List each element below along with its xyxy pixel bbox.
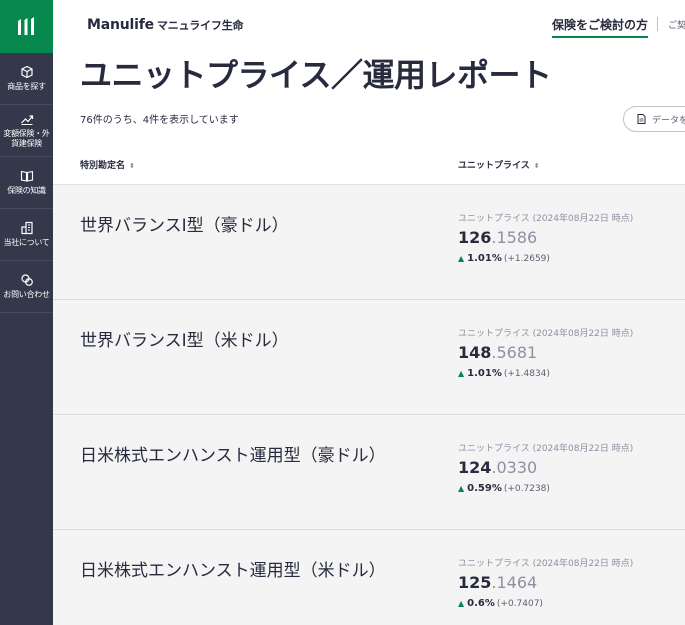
sidebar-item-knowledge[interactable]: 保険の知識 <box>0 157 53 209</box>
price-decimal: .1586 <box>491 228 538 247</box>
up-triangle-icon: ▲ <box>458 254 465 263</box>
sidebar-item-label: 当社について <box>3 238 50 247</box>
top-header: Manulife マニュライフ生命 保険をご検討の方 ご契 <box>53 0 685 44</box>
sidebar-item-label: 保険の知識 <box>7 186 46 195</box>
table-row: 世界バランスⅠ型（豪ドル） ユニットプライス (2024年08月22日 時点) … <box>53 185 685 300</box>
manulife-logo-icon <box>17 16 34 35</box>
fund-name-link[interactable]: 日米株式エンハンスト運用型（豪ドル） <box>80 441 386 466</box>
change-percent: 0.6% <box>467 598 495 609</box>
price-decimal: .5681 <box>491 343 538 362</box>
column-header-label: ユニットプライス <box>458 161 530 171</box>
change-absolute: (+0.7238) <box>503 484 550 494</box>
sidebar-item-label: お問い合わせ <box>3 290 50 299</box>
sidebar-item-contact[interactable]: お問い合わせ <box>0 261 53 313</box>
brand-name: Manulife <box>87 17 154 33</box>
document-icon <box>637 114 646 124</box>
price-change: ▲ 1.01% (+1.2659) <box>458 253 550 264</box>
sidebar-item-label-line2: 貨建保険 <box>11 139 42 148</box>
unit-price-label: ユニットプライス (2024年08月22日 時点) <box>458 444 634 454</box>
price-integer: 126 <box>458 228 492 247</box>
price-integer: 124 <box>458 458 492 477</box>
book-icon <box>20 170 33 182</box>
sidebar-item-products[interactable]: 商品を探す <box>0 53 53 105</box>
trend-up-icon <box>20 115 33 125</box>
price-change: ▲ 1.01% (+1.4834) <box>458 368 550 379</box>
price-decimal: .0330 <box>491 458 538 477</box>
sidebar-item-about[interactable]: 当社について <box>0 209 53 261</box>
fund-name-link[interactable]: 日米株式エンハンスト運用型（米ドル） <box>80 556 386 581</box>
page-hero: ユニットプライス／運用レポート 76件のうち、4件を表示しています データを <box>53 44 685 146</box>
sort-icon: ⬍ <box>129 162 135 170</box>
unit-price-label: ユニットプライス (2024年08月22日 時点) <box>458 329 634 339</box>
price-decimal: .1464 <box>491 573 538 592</box>
change-absolute: (+1.2659) <box>503 254 550 264</box>
data-download-button[interactable]: データを <box>623 106 685 132</box>
manulife-logo[interactable] <box>0 0 53 53</box>
building-icon <box>20 221 33 235</box>
table-header: 特別勘定名 ⬍ ユニットプライス ⬍ <box>53 146 685 185</box>
unit-price-value: 124.0330 <box>458 458 537 477</box>
up-triangle-icon: ▲ <box>458 484 465 493</box>
result-count: 76件のうち、4件を表示しています <box>80 115 239 126</box>
sidebar: 商品を探す 変額保険・外 貨建保険 保険の知識 当社について お問い合わせ <box>0 0 53 625</box>
unit-price-value: 125.1464 <box>458 573 537 592</box>
up-triangle-icon: ▲ <box>458 369 465 378</box>
up-triangle-icon: ▲ <box>458 599 465 608</box>
nav-link-considering-insurance[interactable]: 保険をご検討の方 <box>552 16 649 38</box>
unit-price-value: 148.5681 <box>458 343 537 362</box>
fund-name-link[interactable]: 世界バランスⅠ型（豪ドル） <box>80 211 289 236</box>
price-integer: 125 <box>458 573 492 592</box>
table-row: 日米株式エンハンスト運用型（米ドル） ユニットプライス (2024年08月22日… <box>53 530 685 625</box>
sidebar-item-label: 変額保険・外 <box>3 129 50 138</box>
table-row: 日米株式エンハンスト運用型（豪ドル） ユニットプライス (2024年08月22日… <box>53 415 685 530</box>
change-absolute: (+1.4834) <box>503 369 550 379</box>
price-change: ▲ 0.59% (+0.7238) <box>458 483 550 494</box>
price-change: ▲ 0.6% (+0.7407) <box>458 598 543 609</box>
change-percent: 0.59% <box>467 483 502 494</box>
brand-sub: マニュライフ生命 <box>156 19 244 32</box>
column-header-fund-name[interactable]: 特別勘定名 ⬍ <box>80 158 135 171</box>
column-header-label: 特別勘定名 <box>80 161 126 171</box>
chat-bubbles-icon <box>20 274 33 286</box>
change-percent: 1.01% <box>467 253 502 264</box>
sort-icon: ⬍ <box>533 162 540 170</box>
unit-price-label: ユニットプライス (2024年08月22日 時点) <box>458 559 634 569</box>
page-title: ユニットプライス／運用レポート <box>80 56 552 94</box>
table-row: 世界バランスⅠ型（米ドル） ユニットプライス (2024年08月22日 時点) … <box>53 300 685 415</box>
unit-price-value: 126.1586 <box>458 228 537 247</box>
sidebar-item-variable-insurance[interactable]: 変額保険・外 貨建保険 <box>0 105 53 157</box>
change-percent: 1.01% <box>467 368 502 379</box>
header-divider <box>657 17 658 31</box>
nav-link-contract-holders[interactable]: ご契 <box>668 18 685 31</box>
change-absolute: (+0.7407) <box>496 599 543 609</box>
fund-name-link[interactable]: 世界バランスⅠ型（米ドル） <box>80 326 289 351</box>
column-header-unit-price[interactable]: ユニットプライス ⬍ <box>458 158 540 171</box>
brand-logo-text[interactable]: Manulife マニュライフ生命 <box>87 17 244 33</box>
data-button-label: データを <box>652 114 685 125</box>
box-icon <box>20 65 33 79</box>
sidebar-item-label: 商品を探す <box>7 82 46 91</box>
price-integer: 148 <box>458 343 492 362</box>
unit-price-label: ユニットプライス (2024年08月22日 時点) <box>458 214 634 224</box>
